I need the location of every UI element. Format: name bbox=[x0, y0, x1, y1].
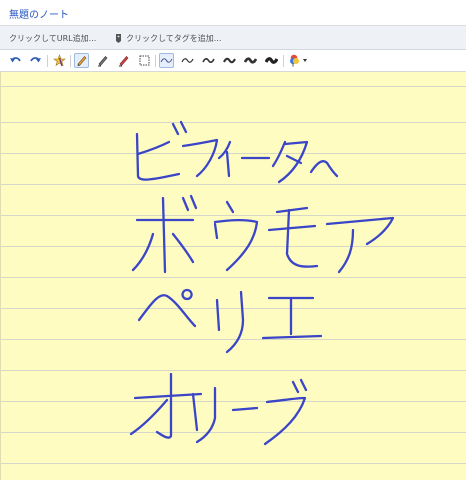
toolbar-separator bbox=[155, 55, 156, 67]
highlighter-button[interactable] bbox=[52, 53, 67, 68]
redo-button[interactable] bbox=[28, 53, 43, 68]
handwriting-line-4 bbox=[129, 372, 308, 446]
stroke-thick-icon bbox=[202, 58, 215, 63]
stroke-thick-button[interactable] bbox=[201, 53, 216, 68]
pen-icon bbox=[98, 56, 108, 67]
stroke-thin-icon bbox=[160, 58, 173, 63]
stroke-medium-button[interactable] bbox=[180, 53, 195, 68]
stroke-heavy-icon bbox=[265, 57, 278, 64]
pencil-button[interactable] bbox=[74, 53, 89, 68]
stroke-medium-icon bbox=[181, 58, 194, 63]
handwriting-line-2 bbox=[131, 194, 395, 274]
note-canvas[interactable] bbox=[0, 72, 466, 480]
toolbar-separator bbox=[70, 55, 71, 67]
toolbar-separator bbox=[283, 55, 284, 67]
toolbar-separator bbox=[47, 55, 48, 67]
add-tag-field[interactable]: クリックしてタグを追加... bbox=[115, 33, 221, 44]
undo-button[interactable] bbox=[8, 53, 23, 68]
handwriting-ink bbox=[129, 120, 395, 446]
add-tag-label: クリックしてタグを追加... bbox=[126, 34, 222, 43]
redo-icon bbox=[30, 57, 41, 63]
color-picker-icon bbox=[290, 54, 307, 67]
handwriting-line-3 bbox=[137, 288, 323, 354]
stroke-thickest-icon bbox=[244, 57, 257, 64]
note-title[interactable]: 無題のノート bbox=[9, 6, 69, 21]
note-header: 無題のノート bbox=[0, 0, 466, 26]
eraser-icon bbox=[119, 56, 129, 67]
meta-bar: クリックしてURL追加... クリックしてタグを追加... bbox=[0, 26, 466, 50]
add-url-field[interactable]: クリックしてURL追加... bbox=[9, 33, 96, 44]
stroke-heavy-button[interactable] bbox=[264, 53, 279, 68]
stroke-thickest-button[interactable] bbox=[243, 53, 258, 68]
color-picker-button[interactable] bbox=[288, 53, 310, 68]
selection-icon bbox=[139, 55, 150, 66]
pencil-icon bbox=[77, 56, 87, 66]
highlighter-star-icon bbox=[53, 54, 66, 67]
pen-button[interactable] bbox=[95, 53, 110, 68]
drawing-toolbar bbox=[0, 50, 466, 72]
tag-icon bbox=[116, 34, 121, 43]
select-button[interactable] bbox=[137, 53, 152, 68]
eraser-button[interactable] bbox=[116, 53, 131, 68]
undo-icon bbox=[10, 57, 21, 63]
handwriting-line-1 bbox=[135, 120, 339, 184]
stroke-thicker-icon bbox=[223, 57, 236, 64]
stroke-thin-button[interactable] bbox=[159, 53, 174, 68]
stroke-thicker-button[interactable] bbox=[222, 53, 237, 68]
